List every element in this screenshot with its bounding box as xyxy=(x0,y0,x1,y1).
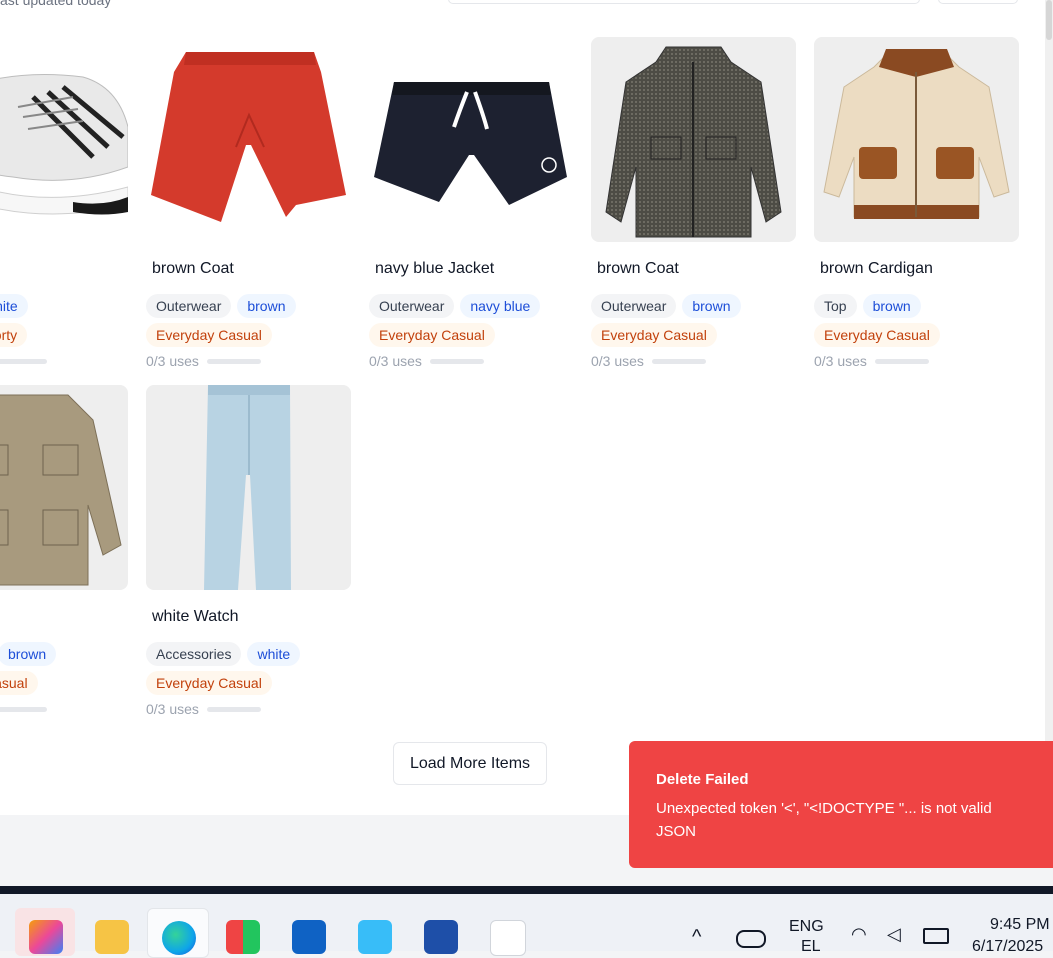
usage-bar xyxy=(874,358,929,364)
item-category-tag: Outerwear xyxy=(591,294,677,318)
file-explorer-icon xyxy=(95,920,129,954)
scrollbar-thumb[interactable] xyxy=(1046,0,1052,40)
copilot-icon xyxy=(29,920,63,954)
item-name: brown Coat xyxy=(597,260,679,277)
item-image[interactable] xyxy=(0,37,128,242)
filter-button[interactable] xyxy=(938,0,1018,4)
usage-bar xyxy=(651,358,706,364)
usage-bar xyxy=(206,706,261,712)
item-image[interactable] xyxy=(591,37,796,242)
item-category-tag: Top xyxy=(814,294,857,318)
item-category-tag: Outerwear xyxy=(146,294,232,318)
beige-bomber-image xyxy=(823,49,1010,219)
item-style-tag: Everyday Casual xyxy=(146,671,272,695)
item-card[interactable]: ts white porty xyxy=(0,37,128,371)
taskbar-copilot[interactable] xyxy=(15,908,75,956)
item-color-tag: brown xyxy=(682,294,741,318)
red-shorts-image xyxy=(151,52,346,222)
item-uses: 0/3 uses xyxy=(146,353,199,369)
sneaker-image xyxy=(0,74,128,215)
item-name: at xyxy=(0,608,128,628)
taskbar: ^ ENG EL ◠ ◁ 9:45 PM 6/17/2025 xyxy=(0,894,1053,958)
item-category-tag: Outerwear xyxy=(369,294,455,318)
usage-bar xyxy=(0,706,47,712)
item-style-tag: Everyday Casual xyxy=(369,323,495,347)
edge-icon xyxy=(162,921,196,955)
item-card[interactable]: at brown Casual xyxy=(0,385,128,719)
item-style-tag: Everyday Casual xyxy=(591,323,717,347)
tweed-jacket-image xyxy=(605,46,782,238)
item-color-tag: white xyxy=(247,642,301,666)
light-jeans-image xyxy=(204,385,291,590)
taskbar-outlook[interactable] xyxy=(278,908,338,956)
onedrive-icon[interactable] xyxy=(736,930,766,948)
item-image[interactable] xyxy=(146,37,351,242)
item-name: brown Cardigan xyxy=(820,260,933,277)
outlook-icon xyxy=(292,920,326,954)
taskbar-file-explorer[interactable] xyxy=(81,908,141,956)
item-card[interactable]: brown Cardigan Top brown Everyday Casual… xyxy=(814,37,1019,371)
clock-date[interactable]: 6/17/2025 xyxy=(972,938,1043,956)
search-input[interactable] xyxy=(448,0,920,4)
taskbar-app[interactable] xyxy=(476,908,536,956)
toast-title: Delete Failed xyxy=(656,771,749,788)
item-color-tag: brown xyxy=(237,294,296,318)
last-updated-text: ast updated today xyxy=(0,0,112,8)
language-indicator[interactable]: ENG xyxy=(789,918,824,936)
item-color-tag: brown xyxy=(862,294,921,318)
item-category-tag: Accessories xyxy=(146,642,242,666)
error-toast[interactable]: Delete Failed Unexpected token '<', "<!D… xyxy=(629,741,1053,868)
taskbar-word[interactable] xyxy=(410,908,470,956)
item-uses: 0/3 uses xyxy=(146,701,199,717)
item-style-tag: Everyday Casual xyxy=(146,323,272,347)
taskbar-notepad[interactable] xyxy=(344,908,404,956)
item-color-tag: white xyxy=(0,294,28,318)
notepad-icon xyxy=(358,920,392,954)
usage-bar xyxy=(0,358,47,364)
app-main: ast updated today ts white porty xyxy=(0,0,1045,815)
item-image[interactable] xyxy=(814,37,1019,242)
battery-icon[interactable] xyxy=(923,928,949,944)
item-color-tag: brown xyxy=(0,642,57,666)
clock-time[interactable]: 9:45 PM xyxy=(990,916,1050,934)
item-card[interactable]: brown Coat Outerwear brown Everyday Casu… xyxy=(591,37,796,371)
load-more-button[interactable]: Load More Items xyxy=(393,742,547,785)
chevron-up-icon[interactable]: ^ xyxy=(692,926,701,949)
volume-icon[interactable]: ◁ xyxy=(887,924,901,945)
navy-shorts-image xyxy=(374,82,567,205)
usage-bar xyxy=(206,358,261,364)
item-card[interactable]: white Watch Accessories white Everyday C… xyxy=(146,385,351,719)
wifi-icon[interactable]: ◠ xyxy=(851,924,867,945)
item-card[interactable]: brown Coat Outerwear brown Everyday Casu… xyxy=(146,37,351,371)
item-name: navy blue Jacket xyxy=(375,260,495,277)
item-color-tag: navy blue xyxy=(460,294,541,318)
item-name: ts xyxy=(0,260,128,280)
item-image[interactable] xyxy=(0,385,128,590)
window-bottom-edge xyxy=(0,886,1053,894)
scrollbar[interactable] xyxy=(1045,0,1053,815)
item-card[interactable]: navy blue Jacket Outerwear navy blue Eve… xyxy=(369,37,574,371)
item-name: white Watch xyxy=(152,608,239,625)
keyboard-layout[interactable]: EL xyxy=(801,938,821,956)
taskbar-store[interactable] xyxy=(212,908,272,956)
item-uses: 0/3 uses xyxy=(369,353,422,369)
word-icon xyxy=(424,920,458,954)
item-uses: 0/3 uses xyxy=(591,353,644,369)
toast-message: Unexpected token '<', "<!DOCTYPE "... is… xyxy=(656,800,992,840)
item-style-tag: Everyday Casual xyxy=(814,323,940,347)
item-image[interactable] xyxy=(146,385,351,590)
store-icon xyxy=(226,920,260,954)
item-style-tag: porty xyxy=(0,323,28,347)
item-style-tag: Casual xyxy=(0,671,38,695)
item-image[interactable] xyxy=(369,37,574,242)
usage-bar xyxy=(429,358,484,364)
khaki-jacket-image xyxy=(0,394,122,586)
item-uses: 0/3 uses xyxy=(814,353,867,369)
item-name: brown Coat xyxy=(152,260,234,277)
